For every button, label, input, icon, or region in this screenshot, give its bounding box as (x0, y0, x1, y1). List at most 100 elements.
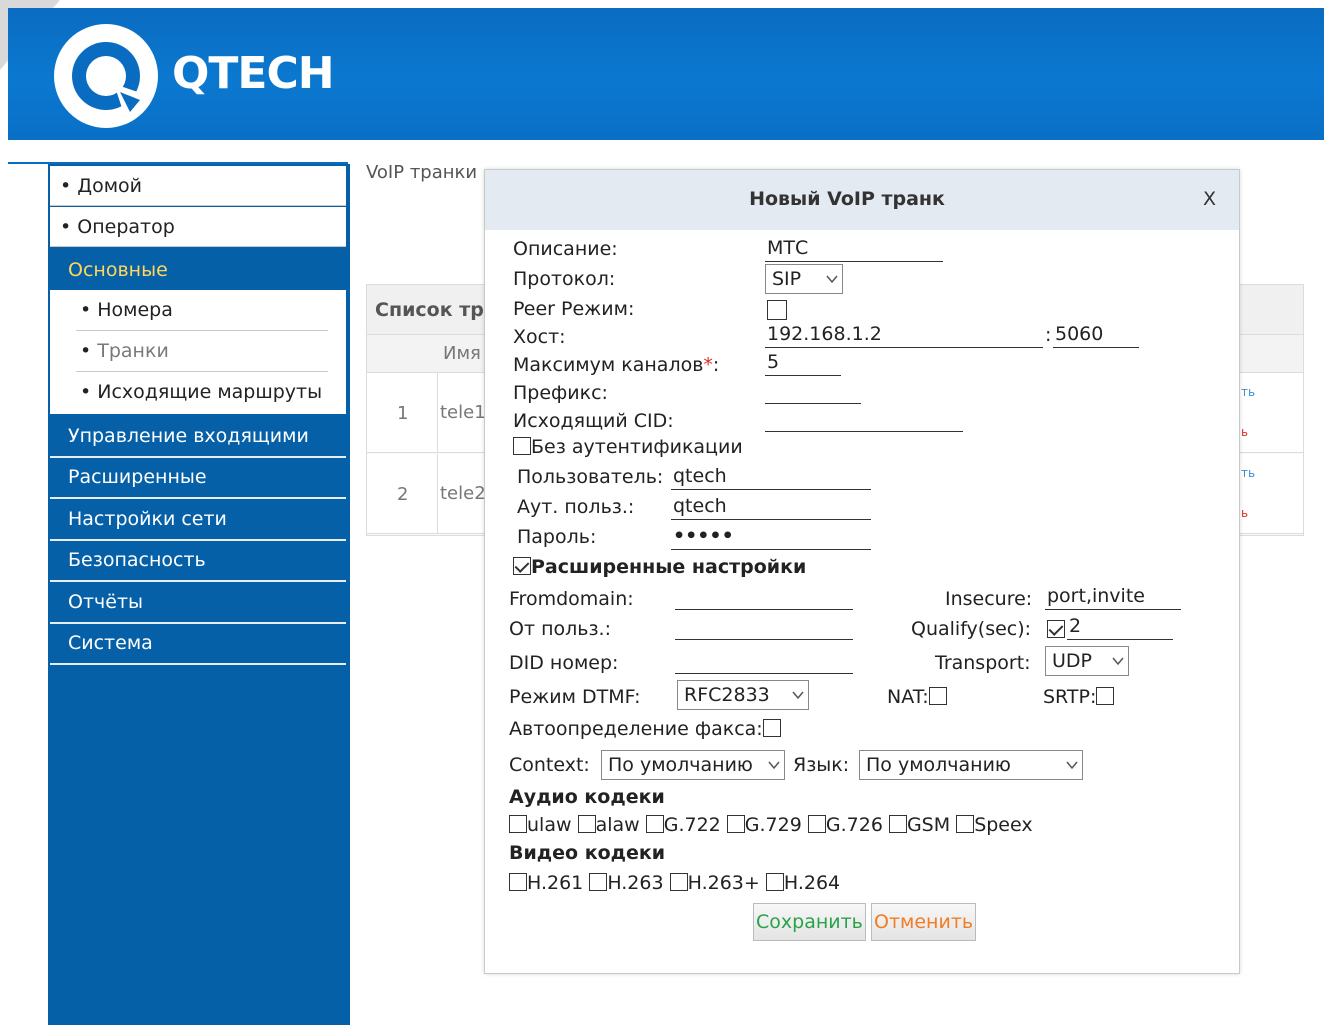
host-label: Хост: (513, 326, 566, 348)
protocol-label: Протокол: (513, 268, 616, 290)
save-button[interactable]: Сохранить (753, 903, 866, 941)
peer-mode-checkbox[interactable] (767, 300, 787, 320)
context-select[interactable]: По умолчанию (601, 750, 785, 780)
outbound-cid-input[interactable] (765, 406, 963, 432)
qualify-input[interactable]: 2 (1067, 614, 1173, 640)
close-button[interactable]: X (1203, 188, 1216, 210)
fax-detect-option: Автоопределение факса: (509, 718, 781, 740)
auth-user-input[interactable]: qtech (671, 494, 871, 520)
codec-checkbox[interactable] (888, 815, 907, 833)
edit-link[interactable]: ть (1241, 466, 1255, 480)
codec-checkbox[interactable] (645, 815, 664, 833)
sidebar: Домой Оператор Основные Номера Транки Ис… (48, 164, 350, 1025)
sidebar-item-trunks[interactable]: Транки (76, 331, 328, 372)
qualify-checkbox[interactable] (1047, 620, 1065, 638)
language-select[interactable]: По умолчанию (859, 750, 1083, 780)
sidebar-item-operator[interactable]: Оператор (50, 207, 346, 247)
transport-label: Transport: (935, 652, 1031, 674)
codec-checkbox[interactable] (509, 815, 527, 833)
codec-label: G.729 (744, 814, 802, 836)
context-value: По умолчанию (608, 754, 753, 776)
port-input[interactable]: 5060 (1053, 322, 1139, 348)
audio-codecs-title: Аудио кодеки (509, 786, 665, 808)
auth-user-label: Аут. польз.: (517, 496, 635, 518)
advanced-checkbox[interactable] (513, 557, 531, 575)
brand-name: QTECH (172, 48, 335, 99)
nat-option: NAT: (887, 686, 947, 708)
transport-select[interactable]: UDP (1045, 646, 1129, 676)
video-codecs-list: H.261 H.263 H.263+ H.264 (509, 872, 840, 894)
codec-label: H.264 (783, 872, 841, 894)
transport-value: UDP (1052, 650, 1092, 672)
prefix-input[interactable] (765, 378, 861, 404)
user-input[interactable]: qtech (671, 464, 871, 490)
fax-detect-label: Автоопределение факса: (509, 718, 763, 740)
cancel-button[interactable]: Отменить (871, 903, 977, 941)
protocol-value: SIP (772, 268, 802, 290)
codec-checkbox[interactable] (956, 815, 975, 833)
sidebar-item-basic[interactable]: Основные (50, 250, 346, 290)
user-label: Пользователь: (517, 466, 664, 488)
sidebar-item-advanced[interactable]: Расширенные (50, 457, 346, 499)
sidebar-item-security[interactable]: Безопасность (50, 540, 346, 582)
from-user-input[interactable] (675, 614, 853, 640)
fromdomain-label: Fromdomain: (509, 588, 634, 610)
qtech-logo-icon (54, 24, 158, 128)
description-input[interactable]: МТС (765, 236, 943, 262)
nat-label: NAT: (887, 686, 929, 708)
password-input[interactable]: ••••• (671, 524, 871, 550)
delete-link[interactable]: ь (1241, 506, 1248, 520)
fromdomain-input[interactable] (675, 584, 853, 610)
prefix-label: Префикс: (513, 382, 608, 404)
codec-checkbox[interactable] (669, 873, 688, 891)
codec-checkbox[interactable] (577, 815, 596, 833)
codec-checkbox[interactable] (765, 873, 784, 891)
app-header: QTECH (8, 8, 1324, 140)
host-input[interactable]: 192.168.1.2 (765, 322, 1043, 348)
context-label: Context: (509, 754, 590, 776)
codec-checkbox[interactable] (589, 873, 608, 891)
edit-link[interactable]: ть (1241, 385, 1255, 399)
outbound-cid-label: Исходящий CID: (513, 410, 674, 432)
chevron-down-icon (768, 761, 780, 770)
qualify-label: Qualify(sec): (911, 618, 1032, 640)
nat-checkbox[interactable] (928, 687, 947, 705)
sidebar-item-home[interactable]: Домой (50, 166, 346, 206)
row-name: tele1 (437, 373, 486, 453)
description-label: Описание: (513, 238, 618, 260)
did-input[interactable] (675, 648, 853, 674)
codec-label: G.722 (663, 814, 721, 836)
port-separator: : (1045, 324, 1052, 346)
protocol-select[interactable]: SIP (765, 264, 843, 294)
sidebar-item-network[interactable]: Настройки сети (50, 499, 346, 541)
sidebar-item-outbound-routes[interactable]: Исходящие маршруты (76, 372, 328, 413)
sidebar-item-numbers[interactable]: Номера (76, 290, 328, 331)
sidebar-item-reports[interactable]: Отчёты (50, 582, 346, 624)
codec-checkbox[interactable] (726, 815, 745, 833)
codec-label: GSM (906, 814, 951, 836)
row-name: tele2 (437, 454, 486, 534)
insecure-input[interactable]: port,invite (1045, 584, 1181, 610)
codec-label: ulaw (527, 814, 572, 836)
no-auth-option[interactable]: Без аутентификации (513, 436, 743, 458)
codec-checkbox[interactable] (509, 873, 527, 891)
codec-label: H.261 (527, 872, 584, 894)
codec-checkbox[interactable] (807, 815, 826, 833)
sidebar-item-system[interactable]: Система (50, 623, 346, 665)
srtp-checkbox[interactable] (1096, 687, 1115, 705)
dtmf-select[interactable]: RFC2833 (677, 680, 809, 710)
fax-detect-checkbox[interactable] (762, 719, 781, 737)
page-title: VoIP транки (366, 162, 478, 183)
password-label: Пароль: (517, 526, 597, 548)
row-number: 2 (397, 484, 409, 505)
insecure-label: Insecure: (945, 588, 1033, 610)
delete-link[interactable]: ь (1241, 425, 1248, 439)
sidebar-item-inbound[interactable]: Управление входящими (50, 416, 346, 458)
codec-label: H.263+ (687, 872, 760, 894)
no-auth-checkbox[interactable] (513, 437, 531, 455)
advanced-label: Расширенные настройки (531, 556, 807, 578)
from-user-label: От польз.: (509, 618, 611, 640)
max-channels-input[interactable]: 5 (765, 350, 841, 376)
advanced-settings-toggle[interactable]: Расширенные настройки (513, 556, 806, 578)
srtp-label: SRTP: (1043, 686, 1097, 708)
